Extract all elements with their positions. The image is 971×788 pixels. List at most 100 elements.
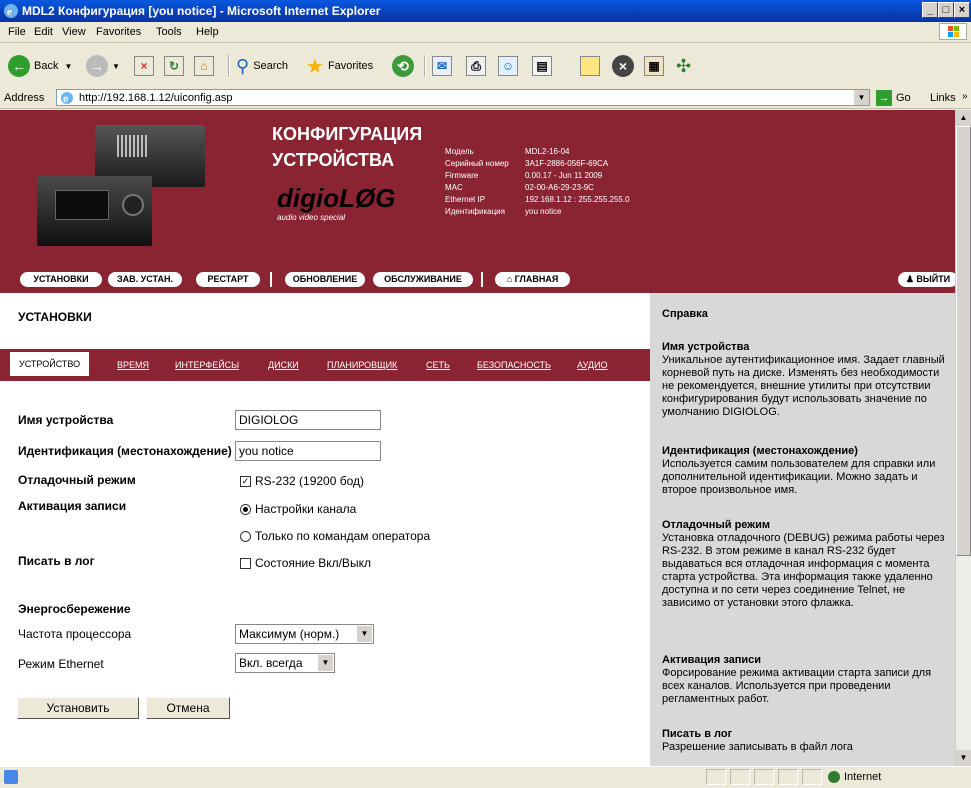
nav-home-button[interactable]: ⌂ ГЛАВНАЯ bbox=[495, 272, 570, 287]
block-button[interactable]: × bbox=[612, 53, 634, 79]
device-name-input[interactable]: DIGIOLOG bbox=[235, 410, 381, 430]
tab-disks[interactable]: ДИСКИ bbox=[268, 360, 299, 370]
sync-icon: ✣ bbox=[676, 55, 692, 76]
edit-button[interactable]: ▤ bbox=[532, 53, 552, 79]
help-title: Справка bbox=[662, 308, 708, 320]
title-bar: e MDL2 Конфигурация [you notice] - Micro… bbox=[0, 0, 971, 22]
favorites-button[interactable]: ★ Favorites bbox=[306, 53, 373, 79]
nav-factory-button[interactable]: ЗАВ. УСТАН. bbox=[108, 272, 182, 287]
nav-service-button[interactable]: ОБСЛУЖИВАНИЕ bbox=[373, 272, 473, 287]
refresh-icon: ↻ bbox=[164, 56, 184, 76]
maximize-button[interactable]: □ bbox=[938, 2, 954, 18]
section-heading: УСТАНОВКИ bbox=[18, 310, 92, 324]
status-bar: Internet bbox=[0, 766, 971, 788]
search-button[interactable]: ⚲ Search bbox=[236, 53, 288, 79]
messenger-icon: ☺ bbox=[498, 56, 518, 76]
status-cell bbox=[706, 769, 726, 785]
back-button[interactable]: ← Back ▼ bbox=[8, 53, 72, 79]
tab-audio[interactable]: АУДИО bbox=[577, 360, 608, 370]
sync-button[interactable]: ✣ bbox=[676, 53, 691, 79]
tab-scheduler[interactable]: ПЛАНИРОВЩИК bbox=[327, 360, 397, 370]
help-section: Отладочный режим Установка отладочного (D… bbox=[662, 519, 945, 609]
menu-view[interactable]: View bbox=[62, 26, 86, 38]
radio-icon bbox=[240, 531, 251, 543]
user-icon: ♟ bbox=[905, 274, 917, 284]
help-section: Активация записи Форсирование режима акти… bbox=[662, 654, 932, 705]
close-button[interactable]: × bbox=[954, 2, 970, 18]
address-dropdown-icon[interactable]: ▼ bbox=[854, 90, 869, 105]
address-label: Address bbox=[4, 92, 45, 104]
stop-button[interactable]: × bbox=[134, 53, 154, 79]
tab-device[interactable]: УСТРОЙСТВО bbox=[10, 352, 90, 376]
nav-separator bbox=[270, 272, 272, 287]
print-icon: ⎙ bbox=[466, 56, 486, 76]
address-bar: Address e http://192.168.1.12/uiconfig.a… bbox=[0, 88, 971, 109]
refresh-button[interactable]: ↻ bbox=[164, 53, 184, 79]
log-label: Писать в лог bbox=[18, 554, 95, 568]
vertical-scrollbar[interactable]: ▲ ▼ bbox=[955, 110, 971, 766]
chevron-right-icon[interactable]: » bbox=[962, 91, 968, 102]
notes-button[interactable] bbox=[580, 53, 600, 79]
cpu-freq-label: Частота процессора bbox=[18, 627, 132, 641]
menu-tools[interactable]: Tools bbox=[156, 26, 182, 38]
menu-file[interactable]: File bbox=[8, 26, 26, 38]
tab-network[interactable]: СЕТЬ bbox=[426, 360, 450, 370]
minimize-button[interactable]: _ bbox=[922, 2, 938, 18]
menu-edit[interactable]: Edit bbox=[34, 26, 53, 38]
cancel-button[interactable]: Отмена bbox=[146, 697, 230, 719]
go-button[interactable]: → Go bbox=[876, 89, 911, 106]
scroll-thumb[interactable] bbox=[956, 126, 971, 556]
ethernet-mode-select[interactable]: Вкл. всегда ▼ bbox=[235, 653, 335, 673]
nav-settings-button[interactable]: УСТАНОВКИ bbox=[20, 272, 102, 287]
print-button[interactable]: ⎙ bbox=[466, 53, 486, 79]
tab-security[interactable]: БЕЗОПАСНОСТЬ bbox=[477, 360, 551, 370]
edit-page-icon: ▤ bbox=[532, 56, 552, 76]
cpu-freq-select[interactable]: Максимум (норм.) ▼ bbox=[235, 624, 374, 644]
record-channel-radio[interactable]: Настройки канала bbox=[240, 502, 356, 516]
links-button[interactable]: Links bbox=[930, 92, 956, 104]
stop-icon: × bbox=[134, 56, 154, 76]
record-activation-label: Активация записи bbox=[18, 499, 127, 513]
power-saving-heading: Энергосбережение bbox=[18, 602, 131, 616]
toolbar: ← Back ▼ → ▼ × ↻ ⌂ ⚲ Search ★ Favorites … bbox=[0, 43, 971, 89]
history-icon: ⟲ bbox=[392, 55, 414, 77]
star-icon: ★ bbox=[306, 55, 324, 78]
mail-button[interactable]: ✉ bbox=[432, 53, 452, 79]
windows-flag-icon bbox=[939, 23, 967, 40]
debug-rs232-checkbox[interactable]: ✓ RS-232 (19200 бод) bbox=[240, 474, 364, 488]
research-icon: ▦ bbox=[644, 56, 664, 76]
back-arrow-icon: ← bbox=[8, 55, 30, 77]
history-button[interactable]: ⟲ bbox=[392, 53, 414, 79]
messenger-button[interactable]: ☺ bbox=[498, 53, 518, 79]
page-icon: e bbox=[61, 92, 73, 105]
status-cell bbox=[730, 769, 750, 785]
settings-panel: УСТАНОВКИ УСТРОЙСТВО ВРЕМЯ ИНТЕРФЕЙСЫ ДИ… bbox=[0, 293, 650, 766]
tab-interfaces[interactable]: ИНТЕРФЕЙСЫ bbox=[175, 360, 239, 370]
home-button[interactable]: ⌂ bbox=[194, 53, 214, 79]
scroll-up-icon[interactable]: ▲ bbox=[956, 110, 971, 126]
nav-separator bbox=[481, 272, 483, 287]
scroll-down-icon[interactable]: ▼ bbox=[956, 750, 971, 766]
ident-input[interactable]: you notice bbox=[235, 441, 381, 461]
address-input[interactable]: e http://192.168.1.12/uiconfig.asp ▼ bbox=[56, 89, 870, 106]
device-info: Модель MDL2-16-04 Серийный номер 3A1F-2886… bbox=[445, 147, 630, 216]
go-arrow-icon: → bbox=[876, 89, 892, 106]
research-button[interactable]: ▦ bbox=[644, 53, 664, 79]
status-cell bbox=[754, 769, 774, 785]
forward-button[interactable]: → ▼ bbox=[86, 53, 120, 79]
svg-text:e: e bbox=[63, 94, 69, 105]
record-operator-radio[interactable]: Только по командам оператора bbox=[240, 529, 430, 543]
logout-button[interactable]: ♟ ВЫЙТИ bbox=[898, 272, 955, 287]
apply-button[interactable]: Установить bbox=[17, 697, 139, 719]
block-icon: × bbox=[612, 55, 634, 77]
help-section: Писать в лог Разрешение записывать в файл… bbox=[662, 728, 853, 753]
menu-favorites[interactable]: Favorites bbox=[96, 26, 141, 38]
header-banner: КОНФИГУРАЦИЯ УСТРОЙСТВА digioLØG audio v… bbox=[0, 110, 955, 293]
svg-text:e: e bbox=[7, 6, 12, 18]
nav-restart-button[interactable]: РЕСТАРТ bbox=[196, 272, 260, 287]
log-state-checkbox[interactable]: Состояние Вкл/Выкл bbox=[240, 556, 371, 570]
brand-tagline: audio video special bbox=[277, 213, 346, 222]
tab-time[interactable]: ВРЕМЯ bbox=[117, 360, 149, 370]
nav-update-button[interactable]: ОБНОВЛЕНИЕ bbox=[285, 272, 365, 287]
menu-help[interactable]: Help bbox=[196, 26, 219, 38]
